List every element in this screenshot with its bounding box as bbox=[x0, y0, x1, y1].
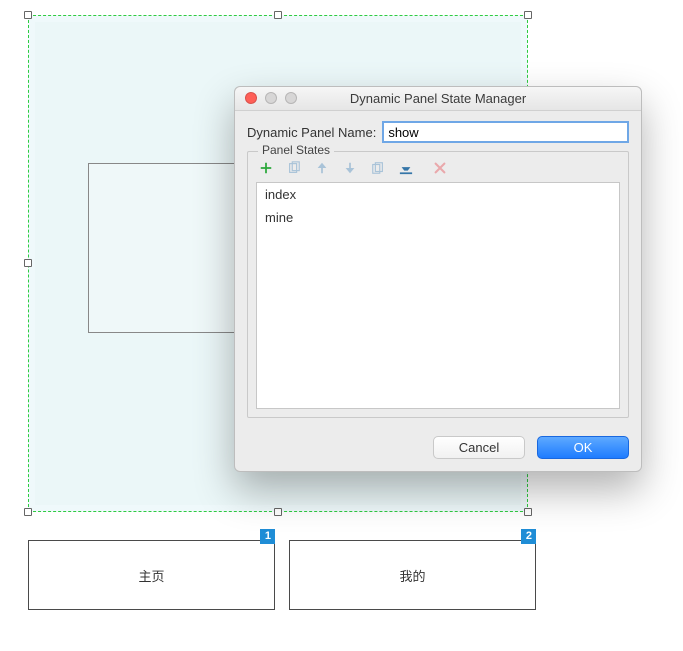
minimize-icon[interactable] bbox=[265, 92, 277, 104]
resize-handle[interactable] bbox=[524, 508, 532, 516]
resize-handle[interactable] bbox=[274, 11, 282, 19]
copy-icon bbox=[371, 161, 385, 175]
duplicate-state-button[interactable] bbox=[286, 160, 302, 176]
close-icon[interactable] bbox=[245, 92, 257, 104]
tab-home[interactable]: 1 主页 bbox=[28, 540, 275, 610]
delete-state-button[interactable] bbox=[432, 160, 448, 176]
dialog-title: Dynamic Panel State Manager bbox=[350, 91, 526, 106]
state-manager-dialog: Dynamic Panel State Manager Dynamic Pane… bbox=[234, 86, 642, 472]
dialog-titlebar[interactable]: Dynamic Panel State Manager bbox=[235, 87, 641, 111]
states-list[interactable]: index mine bbox=[256, 182, 620, 409]
plus-icon bbox=[259, 161, 273, 175]
cancel-button[interactable]: Cancel bbox=[433, 436, 525, 459]
panel-name-label: Dynamic Panel Name: bbox=[247, 125, 376, 140]
tab-footnote-badge: 1 bbox=[260, 529, 275, 544]
state-item[interactable]: index bbox=[257, 183, 619, 206]
state-item[interactable]: mine bbox=[257, 206, 619, 229]
window-controls bbox=[245, 92, 297, 104]
arrow-up-icon bbox=[315, 161, 329, 175]
edit-icon bbox=[399, 161, 413, 175]
resize-handle[interactable] bbox=[274, 508, 282, 516]
panel-states-group: Panel States bbox=[247, 151, 629, 418]
panel-states-legend: Panel States bbox=[258, 143, 334, 157]
resize-handle[interactable] bbox=[24, 11, 32, 19]
resize-handle[interactable] bbox=[24, 259, 32, 267]
add-state-button[interactable] bbox=[258, 160, 274, 176]
tab-mine[interactable]: 2 我的 bbox=[289, 540, 536, 610]
panel-name-input[interactable] bbox=[382, 121, 629, 143]
tab-footnote-badge: 2 bbox=[521, 529, 536, 544]
close-x-icon bbox=[433, 161, 447, 175]
bottom-tab-row: 1 主页 2 我的 bbox=[28, 540, 536, 610]
move-up-button[interactable] bbox=[314, 160, 330, 176]
design-canvas: h 1 主页 2 我的 Dynamic Panel State Manager … bbox=[0, 0, 683, 651]
arrow-down-icon bbox=[343, 161, 357, 175]
move-down-button[interactable] bbox=[342, 160, 358, 176]
edit-state-button[interactable] bbox=[398, 160, 414, 176]
tab-label: 我的 bbox=[399, 566, 425, 585]
ok-button[interactable]: OK bbox=[537, 436, 629, 459]
resize-handle[interactable] bbox=[524, 11, 532, 19]
zoom-icon[interactable] bbox=[285, 92, 297, 104]
tab-label: 主页 bbox=[138, 566, 164, 585]
dialog-button-row: Cancel OK bbox=[235, 426, 641, 471]
resize-handle[interactable] bbox=[24, 508, 32, 516]
duplicate-icon bbox=[287, 161, 301, 175]
copy-state-button[interactable] bbox=[370, 160, 386, 176]
states-toolbar bbox=[256, 158, 620, 182]
